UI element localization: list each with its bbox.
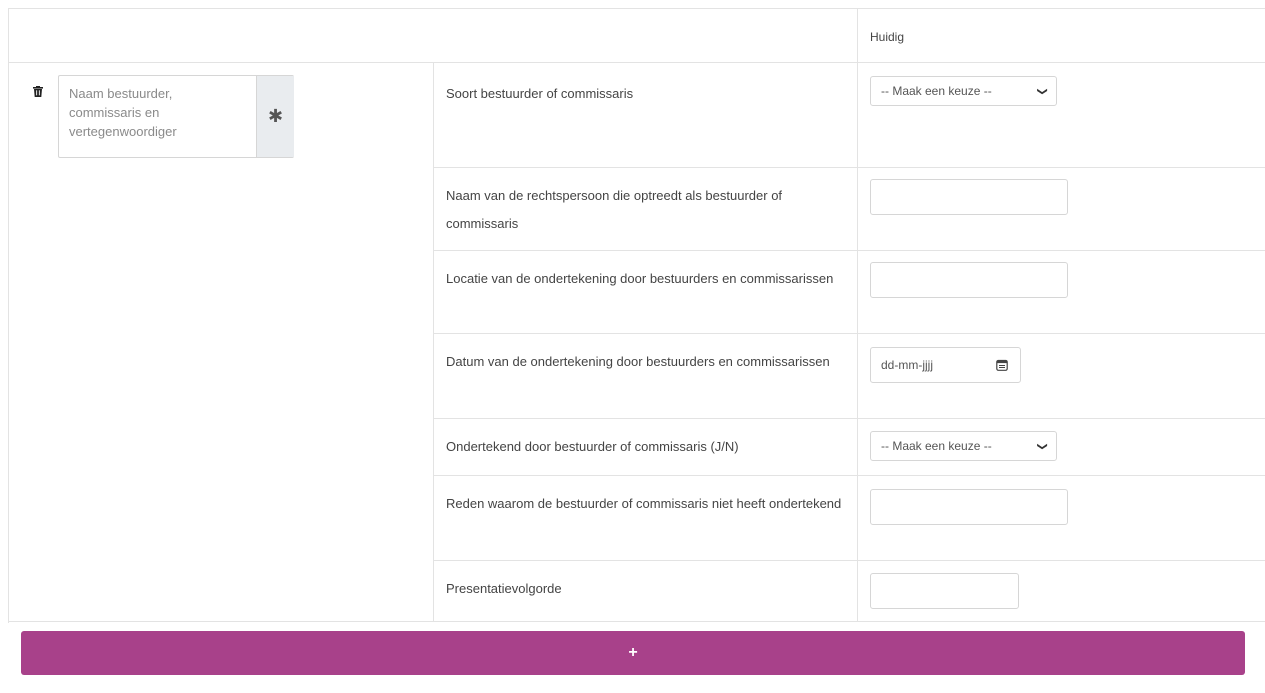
field-label-ondertekend: Ondertekend door bestuurder of commissar… bbox=[446, 439, 739, 454]
reden-input[interactable] bbox=[870, 489, 1068, 525]
datum-placeholder: dd-mm-jjjj bbox=[881, 358, 933, 372]
field-label-datum: Datum van de ondertekening door bestuurd… bbox=[446, 354, 830, 369]
plus-icon: + bbox=[628, 644, 638, 661]
chevron-down-icon: ❯ bbox=[1036, 441, 1048, 451]
field-label-reden: Reden waarom de bestuurder of commissari… bbox=[446, 496, 842, 511]
calendar-icon[interactable] bbox=[996, 359, 1008, 371]
column-divider-label bbox=[433, 62, 434, 622]
presentatievolgorde-input[interactable] bbox=[870, 573, 1019, 609]
datum-input[interactable]: dd-mm-jjjj bbox=[870, 347, 1021, 383]
field-label-soort: Soort bestuurder of commissaris bbox=[446, 86, 634, 101]
row-divider bbox=[433, 475, 1265, 476]
header-divider bbox=[8, 62, 1265, 63]
soort-select[interactable]: -- Maak een keuze -- ❯ bbox=[870, 76, 1057, 106]
ondertekend-select[interactable]: -- Maak een keuze -- ❯ bbox=[870, 431, 1057, 461]
entity-name-input[interactable] bbox=[59, 76, 255, 157]
field-label-presentatievolgorde: Presentatievolgorde bbox=[446, 581, 562, 596]
chevron-down-icon: ❯ bbox=[1036, 86, 1048, 96]
soort-select-value: -- Maak een keuze -- bbox=[881, 84, 992, 98]
trash-icon[interactable] bbox=[33, 86, 43, 97]
field-label-naam-rechtspersoon: Naam van de rechtspersoon die optreedt a… bbox=[446, 188, 783, 231]
row-divider bbox=[433, 250, 1265, 251]
table-bottom-border bbox=[8, 621, 1265, 622]
add-row-button[interactable]: + bbox=[21, 631, 1245, 675]
row-divider bbox=[433, 418, 1265, 419]
entity-name-group: ✱ bbox=[58, 75, 294, 158]
field-label-locatie: Locatie van de ondertekening door bestuu… bbox=[446, 271, 834, 286]
column-header-huidig: Huidig bbox=[870, 30, 905, 44]
row-divider bbox=[433, 167, 1265, 168]
locatie-input[interactable] bbox=[870, 262, 1068, 298]
asterisk-icon: ✱ bbox=[256, 76, 294, 157]
row-divider bbox=[433, 560, 1265, 561]
naam-rechtspersoon-input[interactable] bbox=[870, 179, 1068, 215]
row-divider bbox=[433, 333, 1265, 334]
column-divider-current bbox=[857, 8, 858, 622]
ondertekend-select-value: -- Maak een keuze -- bbox=[881, 439, 992, 453]
